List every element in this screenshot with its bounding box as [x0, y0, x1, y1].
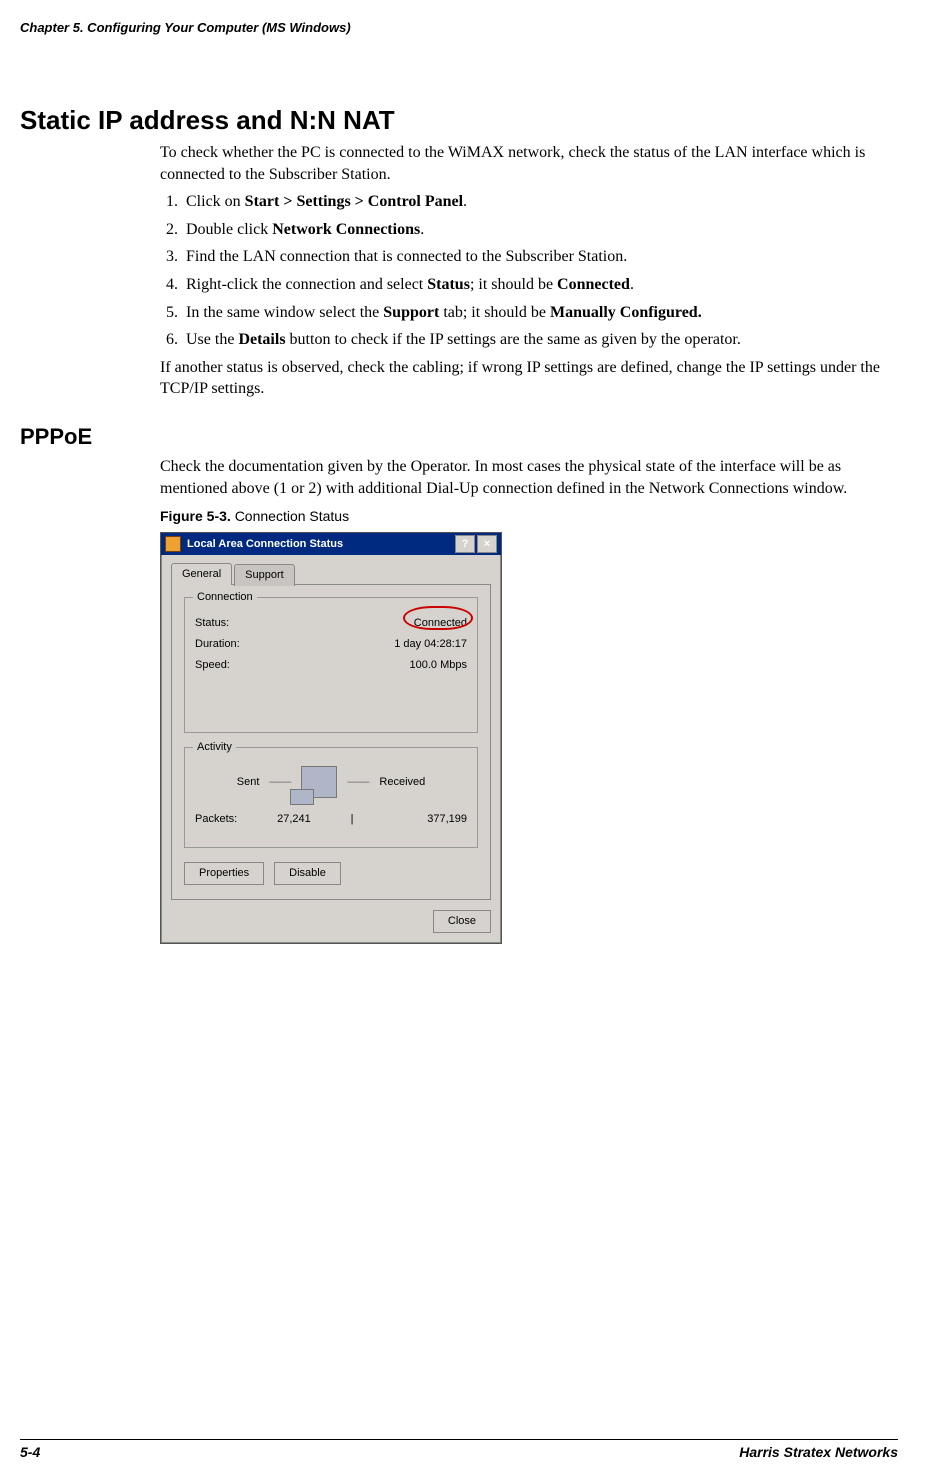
group-connection: Connection Status: Connected Duration: 1…	[184, 597, 478, 734]
section-title-static-ip: Static IP address and N:N NAT	[20, 105, 898, 136]
step-2-text-c: .	[420, 221, 424, 238]
step-4-text-a: Right-click the connection and select	[186, 276, 427, 293]
tab-general[interactable]: General	[171, 563, 232, 585]
label-duration: Duration:	[195, 637, 240, 652]
step-4-bold-2: Connected	[557, 276, 630, 293]
step-4-bold-1: Status	[427, 276, 470, 293]
step-5-text-c: tab; it should be	[439, 304, 550, 321]
group-activity: Activity Sent —— —— Received Packets: 27…	[184, 747, 478, 848]
section-title-pppoe: PPPoE	[20, 424, 898, 450]
step-6-text-c: button to check if the IP settings are t…	[286, 331, 741, 348]
step-2-bold: Network Connections	[272, 221, 420, 238]
label-status: Status:	[195, 616, 229, 631]
value-packets-received: 377,199	[354, 812, 467, 827]
pppoe-paragraph: Check the documentation given by the Ope…	[160, 456, 888, 499]
close-x-button[interactable]: ×	[477, 535, 497, 553]
dash-right-icon: ——	[347, 775, 369, 790]
label-speed: Speed:	[195, 658, 230, 673]
after-steps-paragraph: If another status is observed, check the…	[160, 357, 888, 400]
highlight-circle-icon	[403, 606, 473, 630]
value-packets-sent: 27,241	[237, 812, 350, 827]
step-5: In the same window select the Support ta…	[182, 302, 888, 324]
footer-company: Harris Stratex Networks	[739, 1444, 898, 1460]
dash-left-icon: ——	[269, 775, 291, 790]
step-5-bold-1: Support	[383, 304, 439, 321]
step-1-bold: Start > Settings > Control Panel	[245, 193, 463, 210]
figure-caption: Figure 5-3. Connection Status	[160, 507, 888, 526]
tab-support[interactable]: Support	[234, 564, 295, 586]
tab-strip: General Support	[171, 563, 491, 585]
step-5-bold-2: Manually Configured.	[550, 304, 702, 321]
step-6: Use the Details button to check if the I…	[182, 329, 888, 351]
step-1-text-c: .	[463, 193, 467, 210]
step-5-text-a: In the same window select the	[186, 304, 383, 321]
figure-title: Connection Status	[235, 508, 349, 524]
dialog-titlebar[interactable]: Local Area Connection Status ? ×	[161, 533, 501, 555]
step-4-text-c: ; it should be	[470, 276, 557, 293]
label-sent: Sent	[237, 775, 260, 790]
figure-label: Figure 5-3.	[160, 508, 235, 524]
disable-button[interactable]: Disable	[274, 862, 341, 885]
help-button[interactable]: ?	[455, 535, 475, 553]
step-1: Click on Start > Settings > Control Pane…	[182, 191, 888, 213]
value-speed: 100.0 Mbps	[410, 658, 467, 673]
properties-button[interactable]: Properties	[184, 862, 264, 885]
step-2-text-a: Double click	[186, 221, 272, 238]
close-button[interactable]: Close	[433, 910, 491, 933]
step-2: Double click Network Connections.	[182, 219, 888, 241]
step-4: Right-click the connection and select St…	[182, 274, 888, 296]
step-6-bold: Details	[238, 331, 285, 348]
intro-paragraph: To check whether the PC is connected to …	[160, 142, 888, 185]
group-connection-label: Connection	[193, 590, 257, 605]
page-footer: 5-4 Harris Stratex Networks	[20, 1439, 898, 1460]
network-computers-icon	[301, 766, 337, 798]
page-number: 5-4	[20, 1444, 40, 1460]
label-packets: Packets:	[195, 812, 237, 827]
label-received: Received	[379, 775, 425, 790]
dialog-title: Local Area Connection Status	[187, 537, 453, 552]
step-4-text-e: .	[630, 276, 634, 293]
group-activity-label: Activity	[193, 740, 236, 755]
step-6-text-a: Use the	[186, 331, 238, 348]
tab-panel-general: Connection Status: Connected Duration: 1…	[171, 584, 491, 900]
step-3: Find the LAN connection that is connecte…	[182, 246, 888, 268]
running-header: Chapter 5. Configuring Your Computer (MS…	[20, 20, 898, 35]
value-duration: 1 day 04:28:17	[394, 637, 467, 652]
steps-list: Click on Start > Settings > Control Pane…	[182, 191, 888, 351]
step-1-text-a: Click on	[186, 193, 245, 210]
network-icon	[165, 536, 181, 552]
connection-status-dialog: Local Area Connection Status ? × General…	[160, 532, 502, 944]
